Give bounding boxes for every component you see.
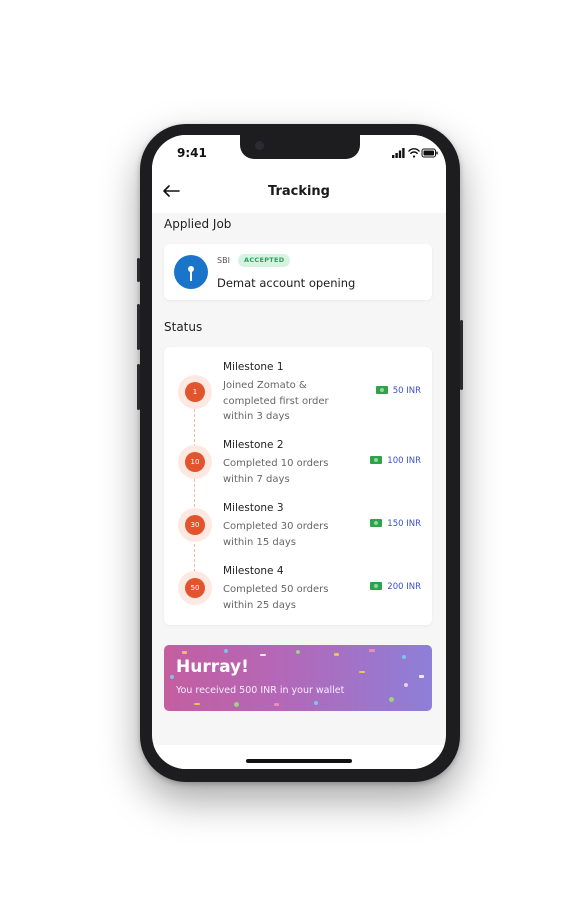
- milestone-title: Milestone 3: [223, 502, 284, 514]
- milestone-reward: 150 INR: [370, 519, 421, 529]
- status-time: 9:41: [177, 146, 207, 160]
- page-title: Tracking: [268, 184, 330, 199]
- banner-subtitle: You received 500 INR in your wallet: [176, 685, 345, 696]
- milestone-description: Completed 30 orders within 15 days: [223, 521, 329, 548]
- company-name: SBI: [217, 256, 230, 265]
- milestone-title: Milestone 1: [223, 361, 284, 373]
- milestone-description: Joined Zomato & completed first order wi…: [223, 380, 329, 422]
- milestone-reward: 50 INR: [375, 386, 421, 396]
- volume-up-button: [137, 304, 140, 350]
- milestone-description: Completed 10 orders within 7 days: [223, 458, 329, 485]
- banner-title: Hurray!: [176, 657, 249, 677]
- notch: [240, 135, 360, 159]
- sbi-logo-icon: [174, 255, 208, 289]
- system-icons: [392, 148, 438, 158]
- status-badge: ACCEPTED: [238, 254, 291, 267]
- job-title: Demat account opening: [217, 276, 356, 290]
- cash-icon: [370, 519, 383, 527]
- bottom-safe-area: [152, 745, 446, 769]
- screen: 9:41 Tracking Applied Job SBI ACCEPTED D…: [152, 135, 446, 769]
- milestone-title: Milestone 4: [223, 565, 284, 577]
- camera-icon: [255, 141, 264, 150]
- mute-switch: [137, 258, 140, 282]
- app-header: Tracking: [152, 175, 446, 213]
- wifi-icon: [407, 148, 421, 158]
- cash-icon: [370, 456, 383, 464]
- milestone-badge: 1: [178, 375, 212, 409]
- reward-banner[interactable]: Hurray! You received 500 INR in your wal…: [164, 645, 432, 711]
- milestone-badge: 30: [178, 508, 212, 542]
- battery-icon: [421, 148, 438, 158]
- milestone-reward: 200 INR: [370, 582, 421, 592]
- status-heading: Status: [164, 320, 203, 334]
- signal-icon: [392, 148, 405, 158]
- milestone-badge: 10: [178, 445, 212, 479]
- volume-down-button: [137, 364, 140, 410]
- timeline-connector: [194, 409, 195, 587]
- milestone-description: Completed 50 orders within 25 days: [223, 584, 329, 611]
- phone-frame: 9:41 Tracking Applied Job SBI ACCEPTED D…: [137, 124, 463, 782]
- power-button: [460, 320, 463, 390]
- milestone-badge: 50: [178, 571, 212, 605]
- cash-icon: [370, 582, 383, 590]
- home-indicator[interactable]: [246, 759, 352, 763]
- milestone-card: 1 Milestone 1 Joined Zomato & completed …: [164, 347, 432, 625]
- milestone-title: Milestone 2: [223, 439, 284, 451]
- applied-job-card[interactable]: SBI ACCEPTED Demat account opening: [164, 244, 432, 300]
- milestone-reward: 100 INR: [370, 456, 421, 466]
- cash-icon: [375, 386, 388, 394]
- applied-job-heading: Applied Job: [164, 217, 232, 231]
